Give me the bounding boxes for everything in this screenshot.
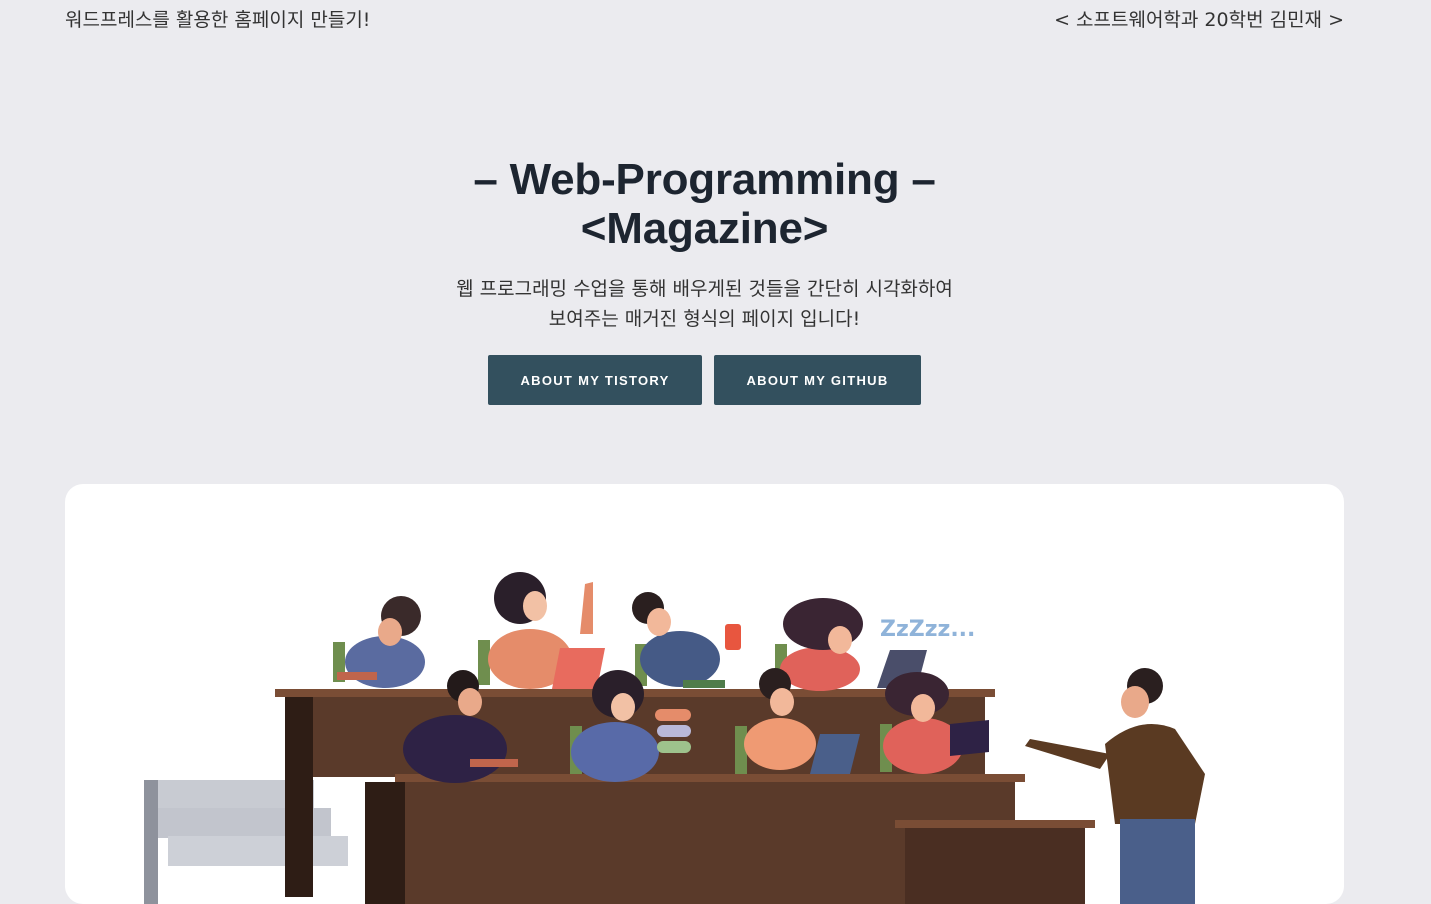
hero-subtitle-line2: 보여주는 매거진 형식의 페이지 입니다! (548, 308, 861, 330)
sleep-zzz-text: ZzZzz... (880, 617, 975, 642)
about-github-label: ABOUT MY GITHUB (746, 372, 889, 388)
classroom-illustration: ZzZzz... (144, 572, 1205, 904)
hero-subtitle: 웹 프로그래밍 수업을 통해 배우게된 것들을 간단히 시각화하여 보여주는 매… (0, 274, 1409, 334)
header-left-text: 워드프레스를 활용한 홈페이지 만들기! (65, 9, 371, 31)
stairs-graphic (144, 780, 348, 904)
hero-title-line2: <Magazine> (580, 204, 829, 253)
hero-title-line1: – Web-Programming – (473, 155, 936, 204)
about-tistory-label: ABOUT MY TISTORY (520, 372, 670, 388)
about-github-button[interactable]: ABOUT MY GITHUB (714, 355, 921, 405)
hero-title: – Web-Programming – <Magazine> (0, 155, 1409, 253)
front-desk-graphic (365, 774, 1095, 904)
illustration-card: ZzZzz... (65, 484, 1344, 904)
about-tistory-button[interactable]: ABOUT MY TISTORY (488, 355, 702, 405)
hero-subtitle-line1: 웹 프로그래밍 수업을 통해 배우게된 것들을 간단히 시각화하여 (456, 278, 953, 300)
back-row-students: ZzZzz... (333, 572, 975, 691)
header-right-text: < 소프트웨어학과 20학번 김민재 > (1054, 9, 1344, 31)
